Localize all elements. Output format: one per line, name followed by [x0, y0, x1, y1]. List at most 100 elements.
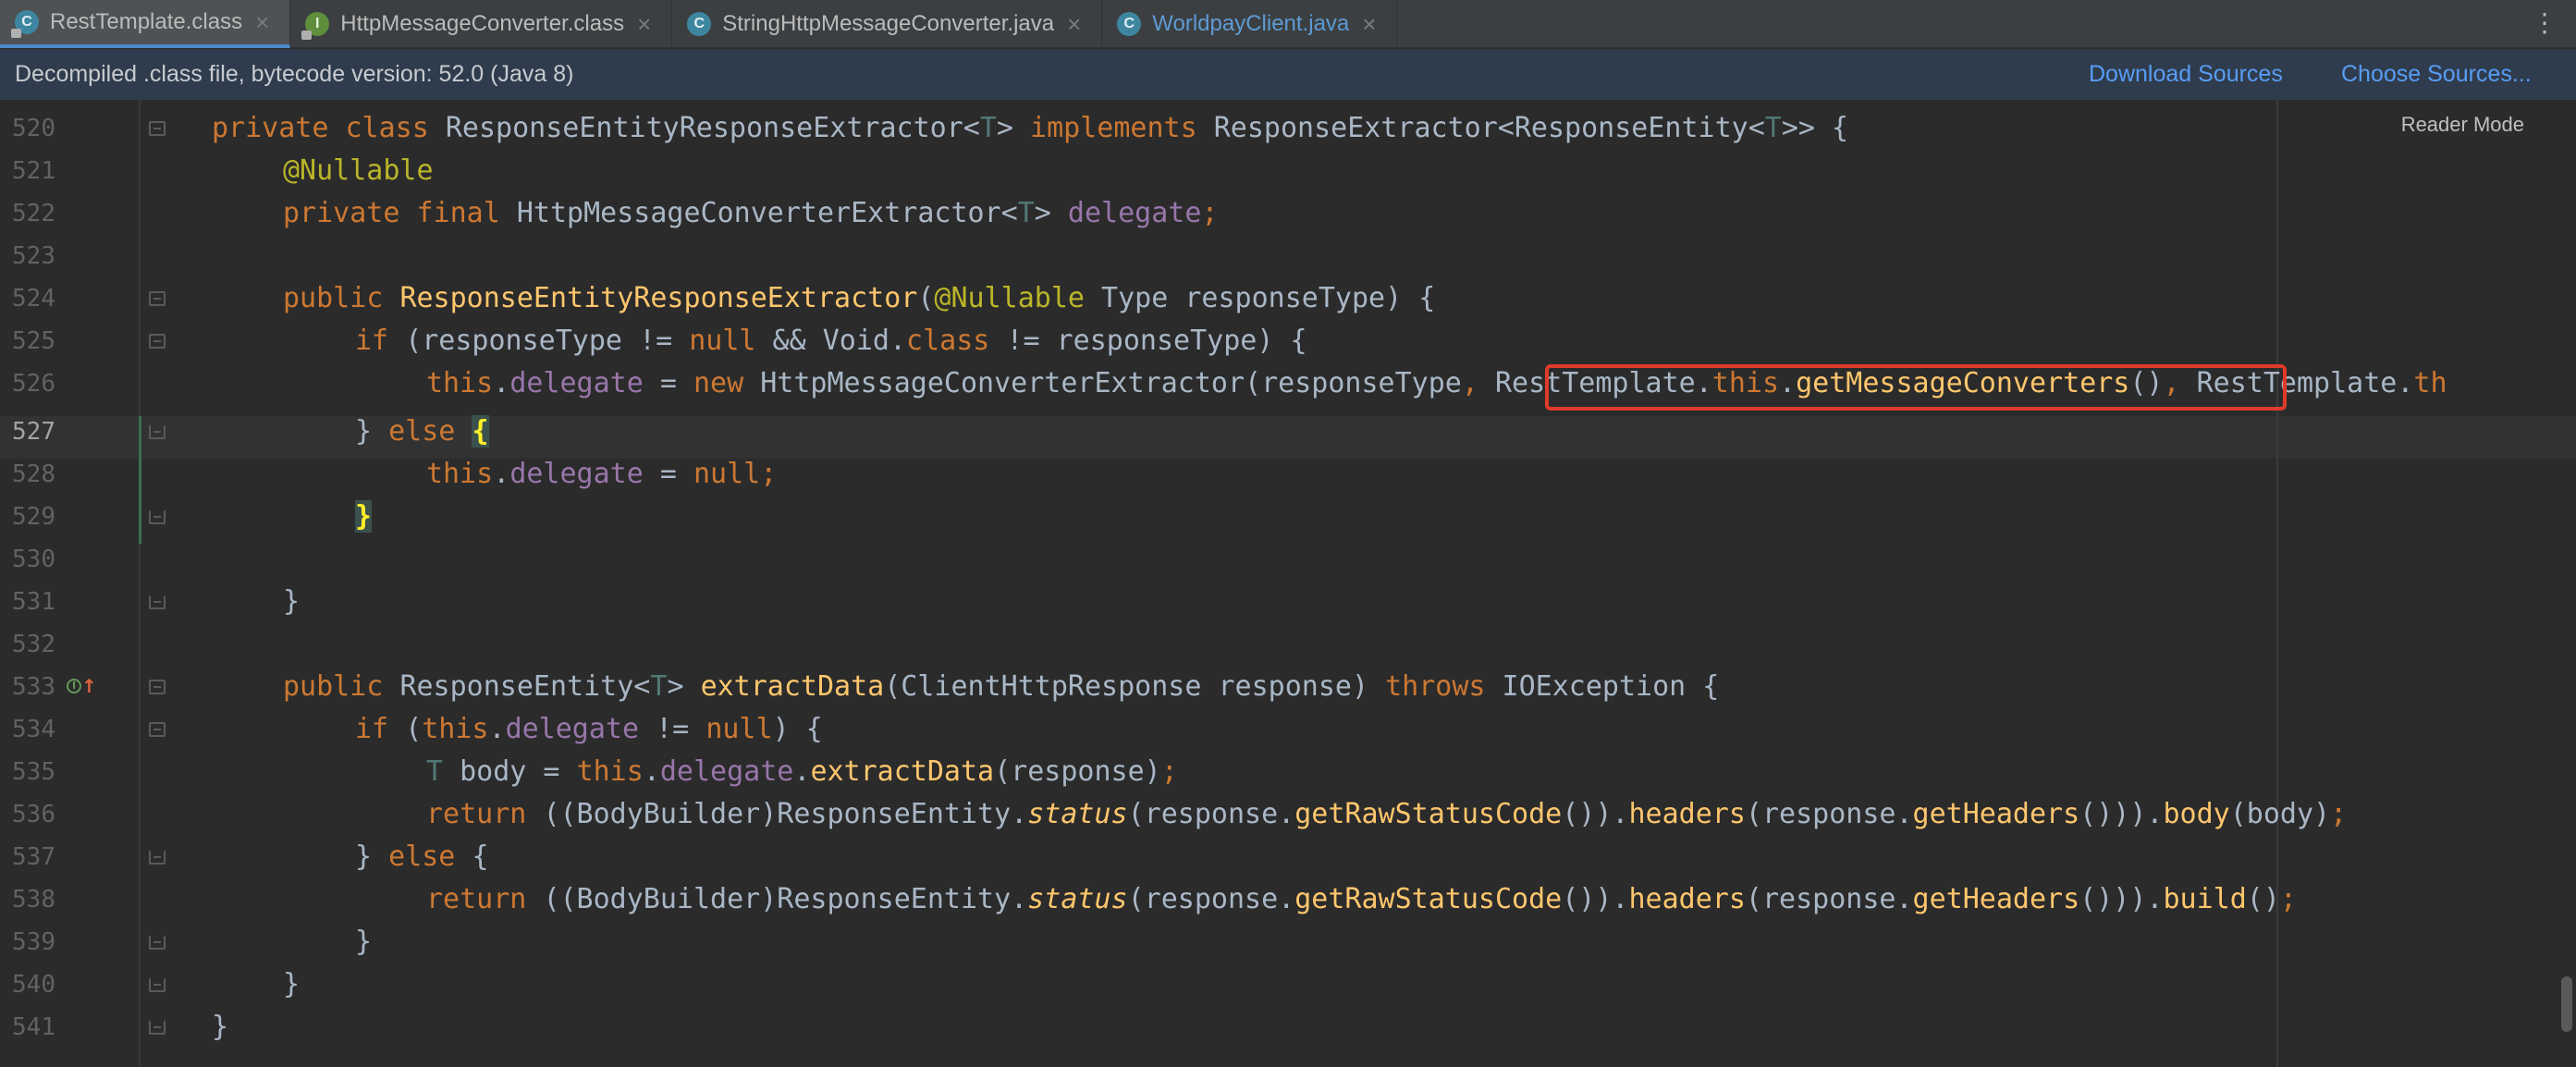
code-line: 527 } else {	[0, 411, 2576, 453]
close-icon[interactable]: ×	[255, 8, 269, 37]
fold-marker-icon[interactable]	[149, 424, 166, 439]
line-number: 520	[12, 115, 55, 142]
code-text: return ((BodyBuilder)ResponseEntity.stat…	[426, 798, 2348, 830]
line-number: 531	[12, 588, 55, 616]
tab-label: StringHttpMessageConverter.java	[722, 11, 1055, 36]
code-text: if (responseType != null && Void.class !…	[355, 325, 1307, 357]
fold-marker-icon[interactable]	[149, 291, 166, 306]
close-icon[interactable]: ×	[1362, 10, 1376, 39]
tab-label: RestTemplate.class	[50, 9, 243, 34]
code-text: @Nullable	[283, 154, 434, 187]
line-number: 521	[12, 157, 55, 185]
tab-label: WorldpayClient.java	[1152, 11, 1350, 36]
line-number: 540	[12, 971, 55, 999]
code-line: 539 }	[0, 921, 2576, 963]
interface-icon: I	[301, 12, 330, 40]
fold-marker-icon[interactable]	[149, 850, 166, 865]
code-line: 541 }	[0, 1006, 2576, 1049]
code-text: }	[283, 968, 301, 1000]
line-number: 519	[0, 100, 55, 107]
code-line: 540 }	[0, 963, 2576, 1006]
code-line: 530	[0, 538, 2576, 581]
red-highlight-annotation	[1545, 364, 2287, 411]
fold-marker-icon[interactable]	[149, 334, 166, 349]
code-line: 519	[0, 100, 2576, 107]
fold-marker-icon[interactable]	[149, 722, 166, 737]
line-number: 529	[12, 503, 55, 531]
code-text: } else {	[355, 840, 489, 873]
line-number: 532	[12, 631, 55, 658]
line-number: 523	[12, 242, 55, 270]
implements-method-icon[interactable]: I ↑	[67, 675, 97, 697]
code-line: 524 public ResponseEntityResponseExtract…	[0, 277, 2576, 320]
tab-stringhttpmessageconverter-java[interactable]: C StringHttpMessageConverter.java ×	[672, 0, 1103, 48]
code-line: 521 @Nullable	[0, 150, 2576, 192]
code-text: private class ResponseEntityResponseExtr…	[212, 112, 1849, 144]
tab-label: HttpMessageConverter.class	[340, 11, 625, 36]
code-line: 537 } else {	[0, 836, 2576, 878]
code-text: this.delegate = null;	[426, 458, 778, 490]
editor-tab-bar: C RestTemplate.class × I HttpMessageConv…	[0, 0, 2576, 48]
code-line: 538 return ((BodyBuilder)ResponseEntity.…	[0, 878, 2576, 921]
code-line: 522 private final HttpMessageConverterEx…	[0, 192, 2576, 235]
fold-marker-icon[interactable]	[149, 935, 166, 950]
code-line: 528 this.delegate = null;	[0, 453, 2576, 496]
code-text: if (this.delegate != null) {	[355, 713, 823, 745]
fold-marker-icon[interactable]	[149, 977, 166, 992]
line-number: 527	[12, 418, 55, 446]
line-number: 534	[12, 716, 55, 743]
code-line: 531 }	[0, 581, 2576, 623]
line-number: 536	[12, 801, 55, 828]
class-icon: C	[11, 10, 39, 38]
code-text: }	[355, 500, 373, 533]
class-icon: C	[687, 12, 712, 36]
code-text: T body = this.delegate.extractData(respo…	[426, 755, 1178, 788]
line-number: 541	[12, 1013, 55, 1041]
code-text: }	[212, 1011, 229, 1043]
code-line: 529 }	[0, 496, 2576, 538]
code-line: 535 T body = this.delegate.extractData(r…	[0, 751, 2576, 793]
code-editor[interactable]: Reader Mode 519 520 private class Respon…	[0, 100, 2576, 1067]
fold-marker-icon[interactable]	[149, 121, 166, 136]
line-number: 530	[12, 546, 55, 573]
banner-message: Decompiled .class file, bytecode version…	[15, 61, 574, 87]
fold-marker-icon[interactable]	[149, 509, 166, 524]
tab-worldpayclient-java[interactable]: C WorldpayClient.java ×	[1102, 0, 1398, 48]
code-text: } else {	[355, 415, 489, 448]
line-number: 539	[12, 928, 55, 956]
code-text: public ResponseEntityResponseExtractor(@…	[283, 282, 1436, 314]
code-line: 532	[0, 623, 2576, 666]
line-number: 522	[12, 200, 55, 227]
line-number: 526	[12, 370, 55, 398]
code-line: 533 I ↑ public ResponseEntity<T> extractD…	[0, 666, 2576, 708]
line-number: 538	[12, 886, 55, 914]
line-number: 537	[12, 843, 55, 871]
code-text: private final HttpMessageConverterExtrac…	[283, 197, 1219, 229]
code-line: 536 return ((BodyBuilder)ResponseEntity.…	[0, 793, 2576, 836]
tab-resttemplate-class[interactable]: C RestTemplate.class ×	[0, 0, 291, 48]
code-text: public ResponseEntity<T> extractData(Cli…	[283, 670, 1720, 703]
download-sources-link[interactable]: Download Sources	[2089, 61, 2283, 88]
fold-marker-icon[interactable]	[149, 595, 166, 609]
choose-sources-link[interactable]: Choose Sources...	[2341, 61, 2532, 88]
line-number: 528	[12, 460, 55, 488]
tab-httpmessageconverter-class[interactable]: I HttpMessageConverter.class ×	[290, 0, 673, 48]
line-number: 525	[12, 327, 55, 355]
line-number: 535	[12, 758, 55, 786]
class-icon: C	[1117, 12, 1142, 36]
code-line: 520 private class ResponseEntityResponse…	[0, 107, 2576, 150]
code-line: 534 if (this.delegate != null) {	[0, 708, 2576, 751]
code-line: 525 if (responseType != null && Void.cla…	[0, 320, 2576, 362]
code-line: 523	[0, 235, 2576, 277]
line-number: 533	[12, 673, 55, 701]
code-text: }	[283, 585, 301, 618]
line-number: 524	[12, 285, 55, 313]
fold-marker-icon[interactable]	[149, 1020, 166, 1035]
code-text: return ((BodyBuilder)ResponseEntity.stat…	[426, 883, 2297, 915]
close-icon[interactable]: ×	[1067, 10, 1081, 39]
close-icon[interactable]: ×	[637, 10, 651, 39]
fold-marker-icon[interactable]	[149, 680, 166, 694]
decompiled-notification-banner: Decompiled .class file, bytecode version…	[0, 49, 2576, 100]
code-text: }	[355, 926, 373, 958]
more-options-icon[interactable]: ⋮	[2532, 9, 2558, 37]
